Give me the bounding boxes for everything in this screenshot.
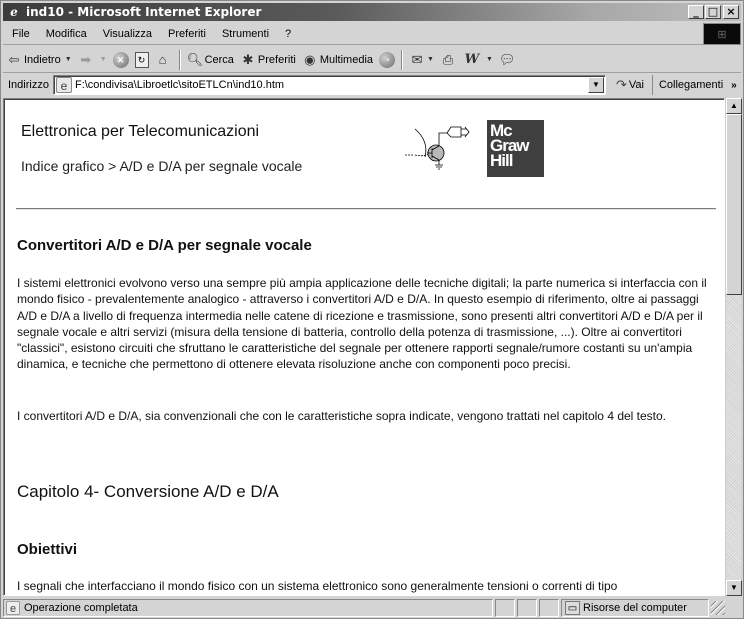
close-button[interactable]: × [723,5,739,19]
chevron-more-icon[interactable]: » [731,80,737,91]
mcgraw-hill-logo: Mc Graw Hill [487,120,544,177]
minimize-button[interactable]: _ [688,5,704,19]
discuss-icon: 💬︎ [498,51,516,67]
forward-dropdown-icon[interactable]: ▼ [100,56,107,63]
status-pane [539,598,559,617]
status-bar: e Operazione completata ▭ Risorse del co… [3,598,741,617]
output-connector [438,126,470,146]
status-main-pane: e Operazione completata [3,598,493,617]
back-button[interactable]: ⇦ Indietro ▼ [3,49,75,71]
intro-paragraph: I sistemi elettronici evolvono verso una… [17,276,707,372]
breadcrumb: Indice grafico > A/D e D/A per segnale v… [21,158,303,174]
maximize-button[interactable]: □ [705,5,721,19]
browser-window: e ind10 - Microsoft Internet Explorer _ … [0,0,744,619]
circuit-diagram-icon [405,126,470,170]
toolbar-separator [401,49,404,70]
zone-text: Risorse del computer [583,601,687,614]
edit-dropdown-icon[interactable]: ▼ [486,56,493,63]
refresh-button[interactable]: ↻ [132,49,152,71]
mail-button[interactable]: ✉ ▼ [406,49,437,71]
page-viewport: Elettronica per Telecomunicazioni Indice… [3,98,725,596]
security-zone-pane: ▭ Risorse del computer [561,598,709,617]
title-bar: e ind10 - Microsoft Internet Explorer _ … [3,3,741,21]
home-icon: ⌂ [158,51,167,67]
home-button[interactable]: ⌂ [152,49,176,71]
scroll-up-button[interactable]: ▲ [726,98,742,114]
history-icon: ◔ [379,51,396,68]
status-text: Operazione completata [24,601,138,614]
favorites-label: Preferiti [257,53,296,66]
menu-visualizza[interactable]: Visualizza [95,24,160,44]
scroll-thumb[interactable] [726,114,742,295]
window-controls: _ □ × [687,5,739,19]
menu-file[interactable]: File [3,24,38,44]
menu-bar: File Modifica Visualizza Preferiti Strum… [3,23,703,45]
status-pane [517,598,537,617]
favorites-button[interactable]: ✱ Preferiti [237,49,299,71]
site-title: Elettronica per Telecomunicazioni [21,123,260,140]
my-computer-icon: ▭ [565,600,580,615]
go-label: Vai [628,79,644,91]
mail-dropdown-icon[interactable]: ▼ [427,56,434,63]
forward-arrow-icon: ➡ [80,51,92,67]
back-label: Indietro [24,53,61,66]
windows-flag-icon: ⊞ [717,28,727,41]
windows-logo-throbber: ⊞ [703,23,741,45]
edit-button[interactable]: W ▼ [461,49,496,71]
discuss-button[interactable]: 💬︎ [496,49,520,71]
objectives-heading: Obiettivi [17,541,78,558]
page-done-icon: e [6,600,20,615]
address-value[interactable]: F:\condivisa\Libroetlc\sitoETLCn\ind10.h… [75,79,284,91]
go-arrow-icon: ↷ [615,77,627,92]
menu-preferiti[interactable]: Preferiti [160,24,214,44]
menu-strumenti[interactable]: Strumenti [214,24,277,44]
search-button[interactable]: 🔍︎ Cerca [184,49,237,71]
back-arrow-icon: ⇦ [8,51,20,67]
standard-toolbar: ⇦ Indietro ▼ ➡ ▼ ✕ ↻ ⌂ 🔍︎ Cerca ✱ Prefer… [3,47,741,73]
back-dropdown-icon[interactable]: ▼ [65,56,72,63]
toolbar-separator [178,49,181,70]
stop-button[interactable]: ✕ [110,49,132,71]
section-heading: Convertitori A/D e D/A per segnale vocal… [17,237,312,254]
links-toolbar[interactable]: Collegamenti » [653,79,737,91]
address-label: Indirizzo [8,79,49,91]
multimedia-icon: ◉ [304,51,316,67]
refresh-icon: ↻ [134,51,149,68]
links-label: Collegamenti [658,79,724,91]
multimedia-label: Multimedia [319,53,374,66]
mail-icon: ✉ [411,51,423,67]
address-dropdown-button[interactable]: ▼ [587,77,604,93]
menu-modifica[interactable]: Modifica [38,24,95,44]
address-bar: Indirizzo e F:\condivisa\Libroetlc\sitoE… [3,74,741,96]
logo-line: Hill [490,151,513,170]
menu-help[interactable]: ? [277,24,299,44]
forward-button[interactable]: ➡ ▼ [75,49,110,71]
go-button[interactable]: ↷ Vai [606,75,653,95]
print-button[interactable]: ⎙ [437,49,461,71]
page-icon: e [55,77,72,93]
multimedia-button[interactable]: ◉ Multimedia [299,49,376,71]
chapter-reference-paragraph: I convertitori A/D e D/A, sia convenzion… [17,409,667,423]
word-edit-icon: W [464,51,480,67]
objectives-paragraph: I segnali che interfacciano il mondo fis… [17,579,618,593]
window-title: ind10 - Microsoft Internet Explorer [26,5,262,19]
scroll-down-button[interactable]: ▼ [726,580,742,596]
favorites-icon: ✱ [242,51,254,67]
status-pane [495,598,515,617]
antenna-arc [414,128,427,158]
horizontal-divider [16,208,716,210]
chapter-heading: Capitolo 4- Conversione A/D e D/A [17,482,279,501]
search-label: Cerca [204,53,234,66]
address-input[interactable]: e F:\condivisa\Libroetlc\sitoETLCn\ind10… [52,75,606,95]
history-button[interactable]: ◔ [376,49,398,71]
vertical-scrollbar[interactable]: ▲ ▼ [725,98,742,596]
search-icon: 🔍︎ [186,51,204,67]
stop-icon: ✕ [112,51,129,68]
print-icon: ⎙ [442,51,454,67]
ie-logo-icon: e [10,5,18,19]
resize-grip[interactable] [711,600,725,615]
